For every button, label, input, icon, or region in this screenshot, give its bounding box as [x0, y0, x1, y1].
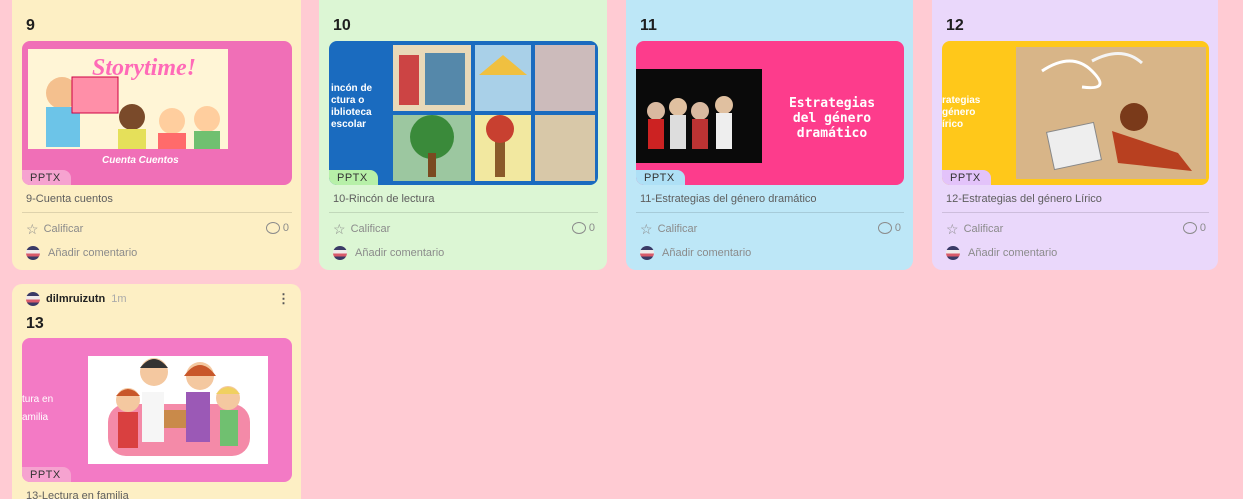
comment-count-button[interactable]: 0 [1182, 222, 1206, 234]
add-comment-field[interactable]: Añadir comentario [946, 246, 1057, 260]
comment-bubble-icon [1182, 222, 1197, 234]
add-comment-field[interactable]: Añadir comentario [26, 246, 137, 260]
avatar [26, 292, 40, 306]
author-name: dilmruizutn [46, 293, 106, 305]
more-options-icon[interactable]: ⋮ [277, 291, 290, 307]
avatar [640, 246, 654, 260]
post-thumbnail[interactable]: tura en amilia PPTX [22, 338, 292, 482]
post-title: 10-Rincón de lectura [333, 193, 435, 205]
rate-button[interactable]: ☆ Calificar [26, 222, 83, 236]
avatar [946, 246, 960, 260]
rate-label: Calificar [43, 223, 84, 235]
add-comment-field[interactable]: Añadir comentario [333, 246, 444, 260]
post-number: 10 [333, 17, 351, 34]
thumb-caption: rategias género írico [942, 95, 981, 130]
comment-count-button[interactable]: 0 [265, 222, 289, 234]
comment-count: 0 [894, 222, 901, 234]
rate-button[interactable]: ☆ Calificar [946, 222, 1003, 236]
thumb-caption: Cuenta Cuentos [102, 155, 179, 166]
post-title: 12-Estrategias del género Lírico [946, 193, 1102, 205]
star-icon: ☆ [640, 221, 653, 237]
comment-count-button[interactable]: 0 [571, 222, 595, 234]
add-comment-placeholder: Añadir comentario [662, 247, 752, 259]
rate-label: Calificar [963, 223, 1004, 235]
post-card-13[interactable]: dilmruizutn 1m ⋮ 13 tura en amilia PPTX 1… [12, 284, 301, 499]
post-title: 13-Lectura en familia [26, 490, 129, 499]
comment-count: 0 [1199, 222, 1206, 234]
family-reading-illustration: tura en amilia [22, 356, 268, 464]
post-thumbnail[interactable]: Storytime! Cuenta Cuentos PPTX [22, 41, 292, 185]
file-type-tag: PPTX [942, 170, 991, 185]
add-comment-placeholder: Añadir comentario [48, 247, 138, 259]
add-comment-placeholder: Añadir comentario [355, 247, 445, 259]
post-card-11[interactable]: 11 Estrategias del género dramático PPTX 1… [626, 0, 913, 270]
divider [329, 212, 598, 213]
post-thumbnail[interactable]: incón de ctura o iblioteca escolar PPTX [329, 41, 598, 185]
add-comment-placeholder: Añadir comentario [968, 247, 1058, 259]
add-comment-field[interactable]: Añadir comentario [640, 246, 751, 260]
divider [942, 212, 1209, 213]
post-thumbnail[interactable]: rategias género írico PPTX [942, 41, 1209, 185]
avatar [333, 246, 347, 260]
post-card-9[interactable]: 9 Storytime! Cuenta Cuentos PPTX 9-Cuent… [12, 0, 301, 270]
thumb-caption: Estrategias del género dramático [789, 96, 875, 141]
star-icon: ☆ [333, 221, 346, 237]
thumb-caption: incón de ctura o iblioteca escolar [331, 83, 373, 130]
post-card-10[interactable]: 10 incón de ctura o iblioteca escolar PPTX … [319, 0, 607, 270]
post-number: 13 [26, 315, 44, 332]
star-icon: ☆ [946, 221, 959, 237]
post-author[interactable]: dilmruizutn 1m [26, 292, 127, 306]
rate-label: Calificar [657, 223, 698, 235]
file-type-tag: PPTX [22, 170, 71, 185]
post-time: 1m [111, 293, 127, 305]
divider [636, 212, 904, 213]
rate-label: Calificar [350, 223, 391, 235]
rate-button[interactable]: ☆ Calificar [640, 222, 697, 236]
reading-corner-collage: incón de ctura o iblioteca escolar [331, 45, 595, 181]
storytime-illustration: Storytime! Cuenta Cuentos [28, 49, 228, 166]
comment-count-button[interactable]: 0 [877, 222, 901, 234]
thumb-caption: tura en amilia [22, 394, 53, 423]
rate-button[interactable]: ☆ Calificar [333, 222, 390, 236]
comment-count: 0 [282, 222, 289, 234]
post-thumbnail[interactable]: Estrategias del género dramático PPTX [636, 41, 904, 185]
post-number: 12 [946, 17, 964, 34]
comment-bubble-icon [571, 222, 586, 234]
comment-bubble-icon [877, 222, 892, 234]
avatar [26, 246, 40, 260]
comment-count: 0 [588, 222, 595, 234]
file-type-tag: PPTX [329, 170, 378, 185]
file-type-tag: PPTX [636, 170, 685, 185]
post-number: 9 [26, 17, 35, 34]
post-card-12[interactable]: 12 rategias género írico PPTX 12-Estrategi… [932, 0, 1218, 270]
post-number: 11 [640, 17, 657, 34]
post-title: 11-Estrategias del género dramático [640, 193, 817, 205]
star-icon: ☆ [26, 221, 39, 237]
divider [22, 212, 292, 213]
drama-thumbnail: Estrategias del género dramático [636, 69, 875, 163]
comment-bubble-icon [265, 222, 280, 234]
lyric-thumbnail: rategias género írico [942, 47, 1206, 179]
post-title: 9-Cuenta cuentos [26, 193, 113, 205]
file-type-tag: PPTX [22, 467, 71, 482]
